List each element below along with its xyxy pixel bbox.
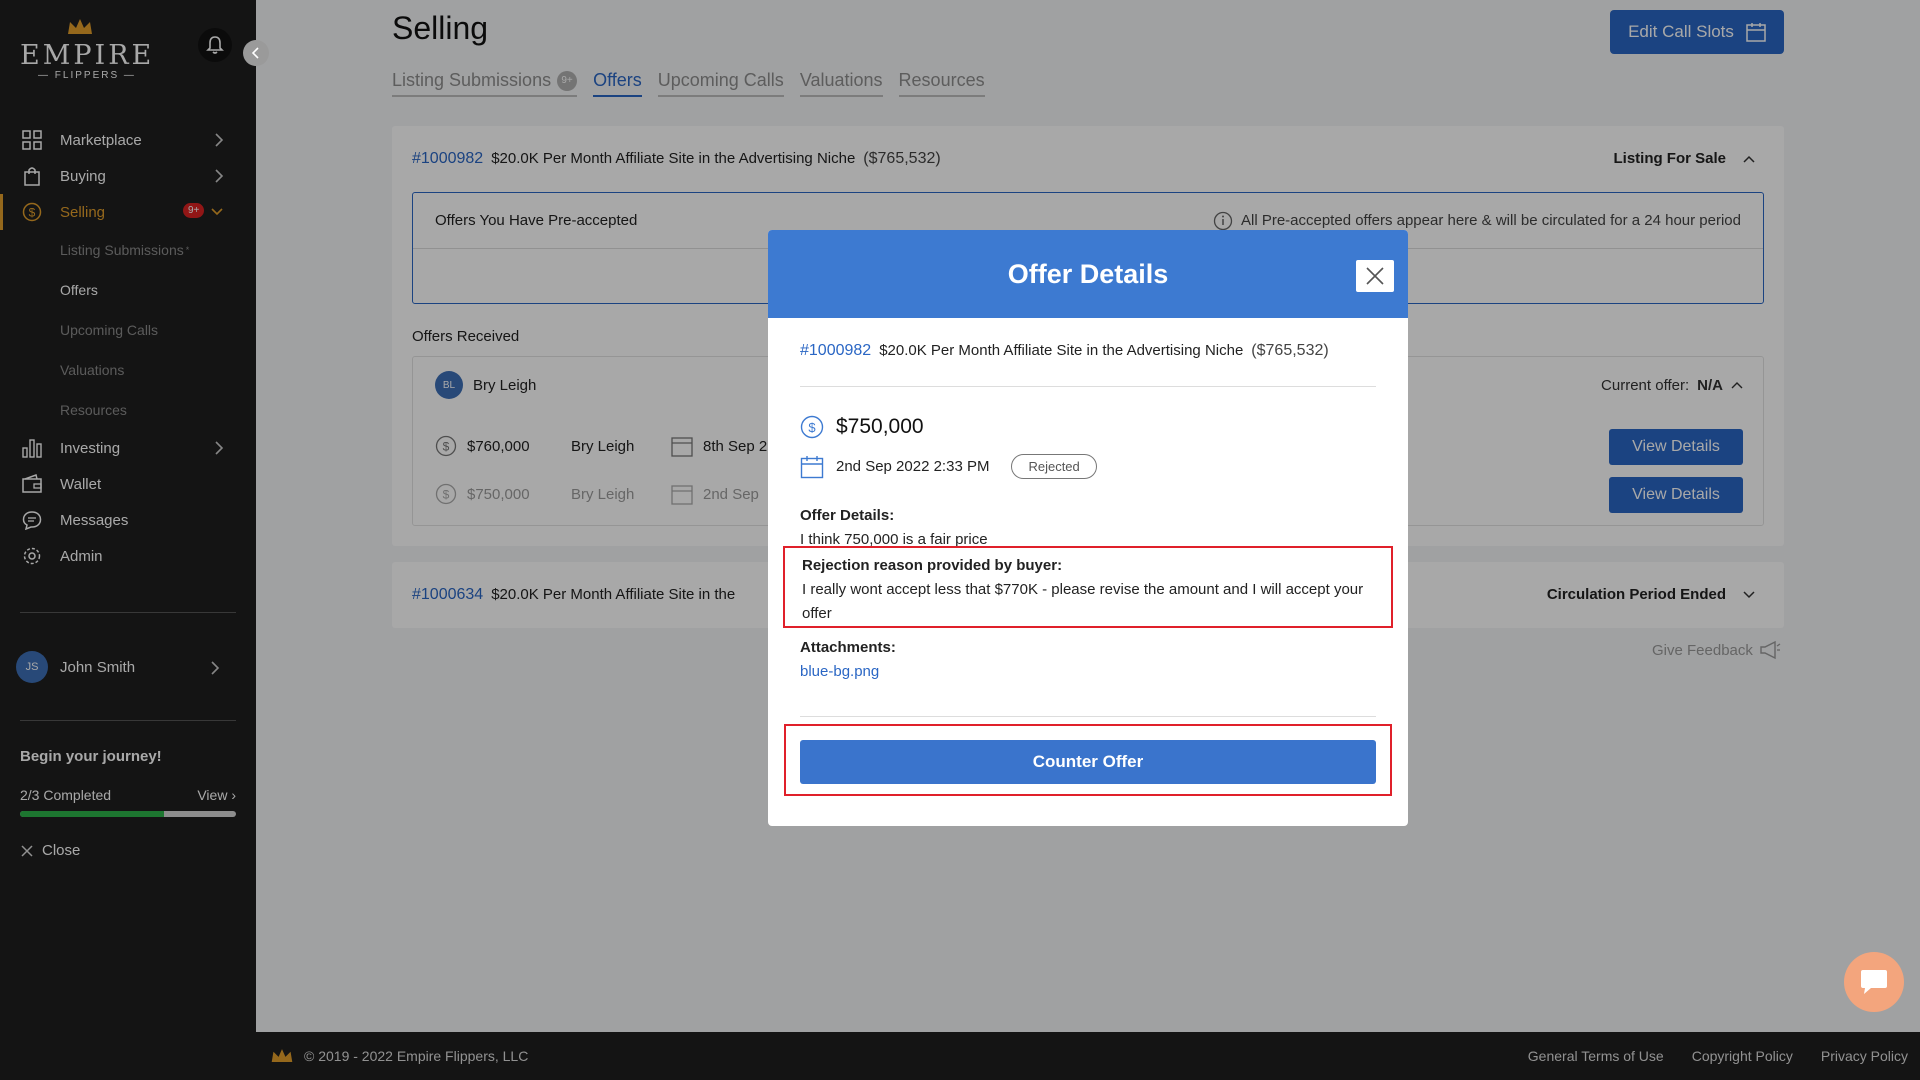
svg-text:$: $: [808, 420, 816, 435]
calendar-icon: [800, 455, 824, 478]
modal-header: Offer Details: [768, 230, 1408, 318]
offer-amount-row: $ $750,000: [800, 415, 924, 439]
close-icon: [1366, 267, 1384, 285]
modal-listing-row: #1000982 $20.0K Per Month Affiliate Site…: [800, 342, 1376, 360]
attachments-section: Attachments: blue-bg.png: [800, 636, 896, 684]
modal-close-button[interactable]: [1356, 260, 1394, 292]
status-badge: Rejected: [1011, 454, 1097, 479]
offer-amount: $750,000: [836, 415, 924, 438]
attachments-label: Attachments:: [800, 639, 896, 656]
rejection-reason-section: Rejection reason provided by buyer: I re…: [783, 546, 1393, 628]
counter-offer-highlight: Counter Offer: [784, 724, 1392, 796]
attachment-file-link[interactable]: blue-bg.png: [800, 660, 896, 684]
chat-support-button[interactable]: [1844, 952, 1904, 1012]
dollar-circle-icon: $: [800, 415, 824, 439]
rejection-text: I really wont accept less that $770K - p…: [802, 581, 1364, 622]
modal-divider: [800, 386, 1376, 387]
modal-divider: [800, 716, 1376, 717]
offer-details-section: Offer Details: I think 750,000 is a fair…: [800, 504, 988, 552]
offer-datetime: 2nd Sep 2022 2:33 PM: [836, 458, 990, 475]
chevron-left-icon: [251, 47, 259, 59]
modal-title: Offer Details: [1007, 258, 1169, 289]
counter-offer-label: Counter Offer: [1032, 752, 1144, 771]
offer-date-row: 2nd Sep 2022 2:33 PM Rejected: [800, 454, 1097, 479]
offer-details-modal: Offer Details #1000982 $20.0K Per Month …: [768, 230, 1408, 826]
counter-offer-button[interactable]: Counter Offer: [800, 740, 1376, 784]
modal-listing-price: ($765,532): [1251, 342, 1329, 359]
rejection-label: Rejection reason provided by buyer:: [802, 557, 1063, 574]
modal-listing-id-link[interactable]: #1000982: [800, 342, 871, 360]
chat-icon: [1861, 970, 1887, 994]
sidebar-collapse-button[interactable]: [243, 40, 269, 66]
modal-listing-title: $20.0K Per Month Affiliate Site in the A…: [879, 342, 1244, 359]
offer-details-label: Offer Details:: [800, 507, 895, 524]
